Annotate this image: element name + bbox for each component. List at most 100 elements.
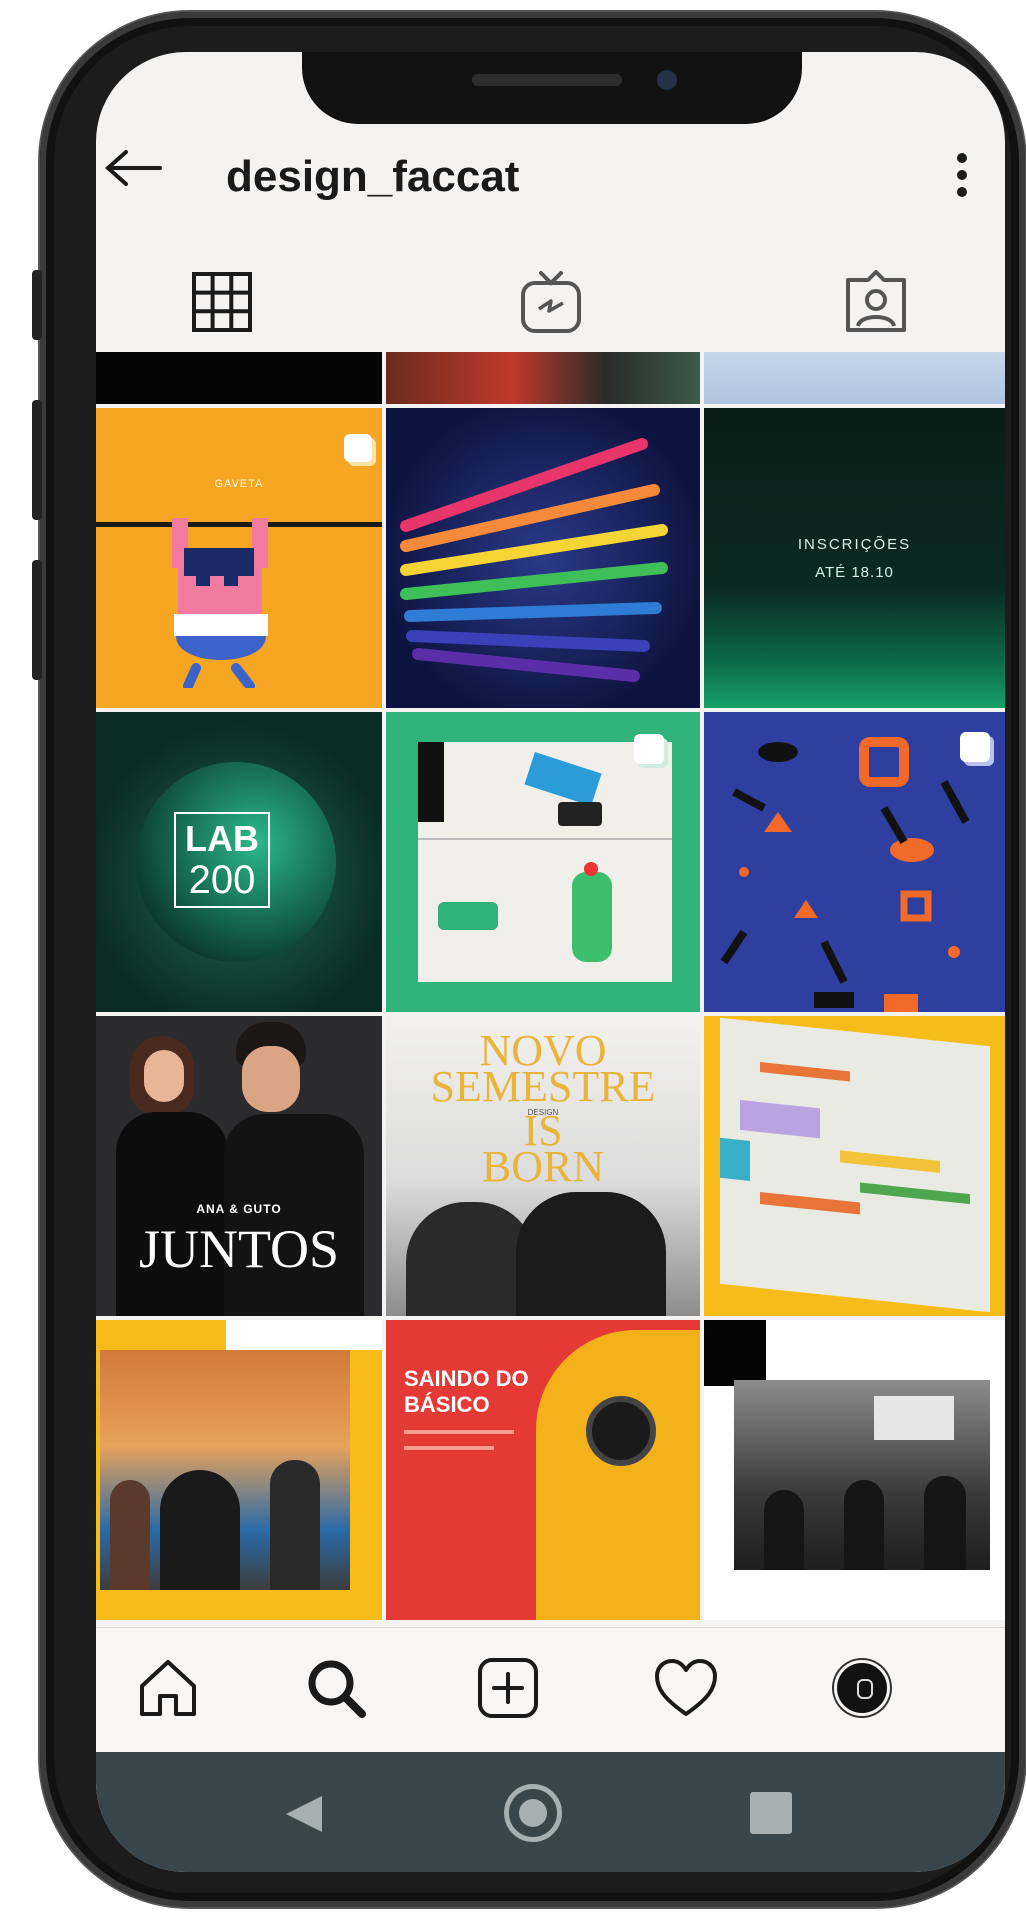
photo-woman [536,1330,700,1620]
home-circle-inner [519,1799,547,1827]
post-pens[interactable] [386,408,700,708]
profile-tabs [96,252,1005,352]
tab-igtv[interactable] [501,252,601,352]
side-button [32,560,42,680]
sketch-drawing [572,872,612,962]
sketch-drawing [840,1150,940,1173]
phone-screen: design_faccat GAVETA INSCRIÇÕES ATÉ 18.1… [96,52,1005,1872]
more-vertical-icon[interactable] [952,152,972,198]
search-icon [308,1660,366,1718]
post-classroom[interactable] [704,1320,1005,1620]
camera-lens [586,1396,656,1466]
sketch-paper [418,742,672,982]
tab-grid[interactable] [172,252,272,352]
post-caption: SAINDO DO [404,1366,529,1391]
sketch-drawing [860,1182,970,1205]
post-friends[interactable] [704,712,1005,1012]
person-silhouette [764,1490,804,1570]
post-caption: JUNTOS [138,1219,340,1279]
sketch-drawing [720,1137,750,1181]
sketch-line [418,838,672,840]
nav-new-post[interactable] [468,1648,548,1728]
heart-icon [655,1659,717,1716]
home-icon [140,1660,196,1716]
person-silhouette [270,1460,320,1590]
post-caption: BORN [481,1142,605,1191]
posts-grid: GAVETA INSCRIÇÕES ATÉ 18.10 LAB 200 ANA … [96,352,1005,1686]
sketch-drawing [760,1062,850,1082]
corner-block [704,1320,766,1386]
decor-line [404,1430,514,1434]
post-thumbnail[interactable] [386,352,700,404]
nav-home[interactable] [128,1648,208,1728]
avatar-icon [834,1660,890,1716]
sketch-drawing [558,802,602,826]
system-nav-bar [96,1752,1005,1872]
person-silhouette [924,1476,966,1570]
tagged-icon [846,270,906,332]
post-thumbnail[interactable] [96,352,382,404]
sketch-drawing [740,1099,820,1139]
sketch-paper [720,1017,990,1313]
post-gaveta[interactable]: GAVETA [96,408,382,708]
post-saindo-do-basico[interactable]: SAINDO DO BÁSICO [386,1320,700,1620]
pens-graphic [400,438,668,682]
tab-tagged[interactable] [826,252,926,352]
post-caption: BÁSICO [404,1392,490,1417]
side-button [32,400,42,520]
sketch-drawing [760,1192,860,1215]
home-circle-icon[interactable] [504,1784,562,1842]
carousel-icon [960,732,990,762]
back-triangle-icon[interactable] [282,1792,326,1841]
person-face [144,1050,184,1102]
classroom-photo [734,1380,990,1570]
post-juntos[interactable]: ANA & GUTO JUNTOS [96,1016,382,1316]
post-lab200[interactable]: LAB 200 [96,712,382,1012]
carousel-icon [344,434,372,462]
post-caption: SEMESTRE [430,1062,656,1111]
workshop-photo [100,1350,350,1590]
sketch-shadow [418,742,444,822]
recents-square-icon[interactable] [750,1792,792,1834]
cartoon-character [172,518,268,688]
grid-icon [192,272,252,332]
post-workshop[interactable] [96,1320,382,1620]
lab-frame: LAB 200 [174,812,270,908]
post-novo-semestre[interactable]: NOVO SEMESTRE DESIGN IS BORN [386,1016,700,1316]
sketch-drawing [524,752,602,806]
post-caption: GAVETA [214,478,264,490]
person-face [242,1046,300,1112]
nav-search[interactable] [296,1648,376,1728]
person-silhouette [110,1480,150,1590]
sketch-drawing [438,902,498,930]
bottom-nav [96,1627,1005,1757]
nav-profile[interactable] [822,1648,902,1728]
carousel-icon [634,734,664,764]
person-silhouette [516,1192,666,1316]
notch [302,52,802,124]
person-silhouette [160,1470,240,1590]
profile-username: design_faccat [226,152,520,201]
post-caption: INSCRIÇÕES [797,536,912,553]
post-caption: ANA & GUTO [196,1202,282,1216]
post-inscricoes[interactable]: INSCRIÇÕES ATÉ 18.10 [704,408,1005,708]
side-button [32,270,42,340]
post-thumbnail[interactable] [704,352,1005,404]
plus-square-icon [478,1658,538,1718]
projection-screen [874,1396,954,1440]
frame-white [226,1320,382,1350]
post-caption: LAB [185,818,259,859]
post-caption: 200 [188,858,256,902]
speaker [472,74,622,86]
post-sketch[interactable] [386,712,700,1012]
post-caption: ATÉ 18.10 [815,564,894,581]
decor-line [404,1446,494,1450]
arrow-left-icon[interactable] [102,148,162,188]
nav-activity[interactable] [646,1648,726,1728]
avatar-mark [857,1679,873,1699]
sketch-drawing [584,862,598,876]
post-fashion-sketches[interactable] [704,1016,1005,1316]
igtv-icon [521,271,581,333]
front-camera [657,70,677,90]
person-silhouette [844,1480,884,1570]
